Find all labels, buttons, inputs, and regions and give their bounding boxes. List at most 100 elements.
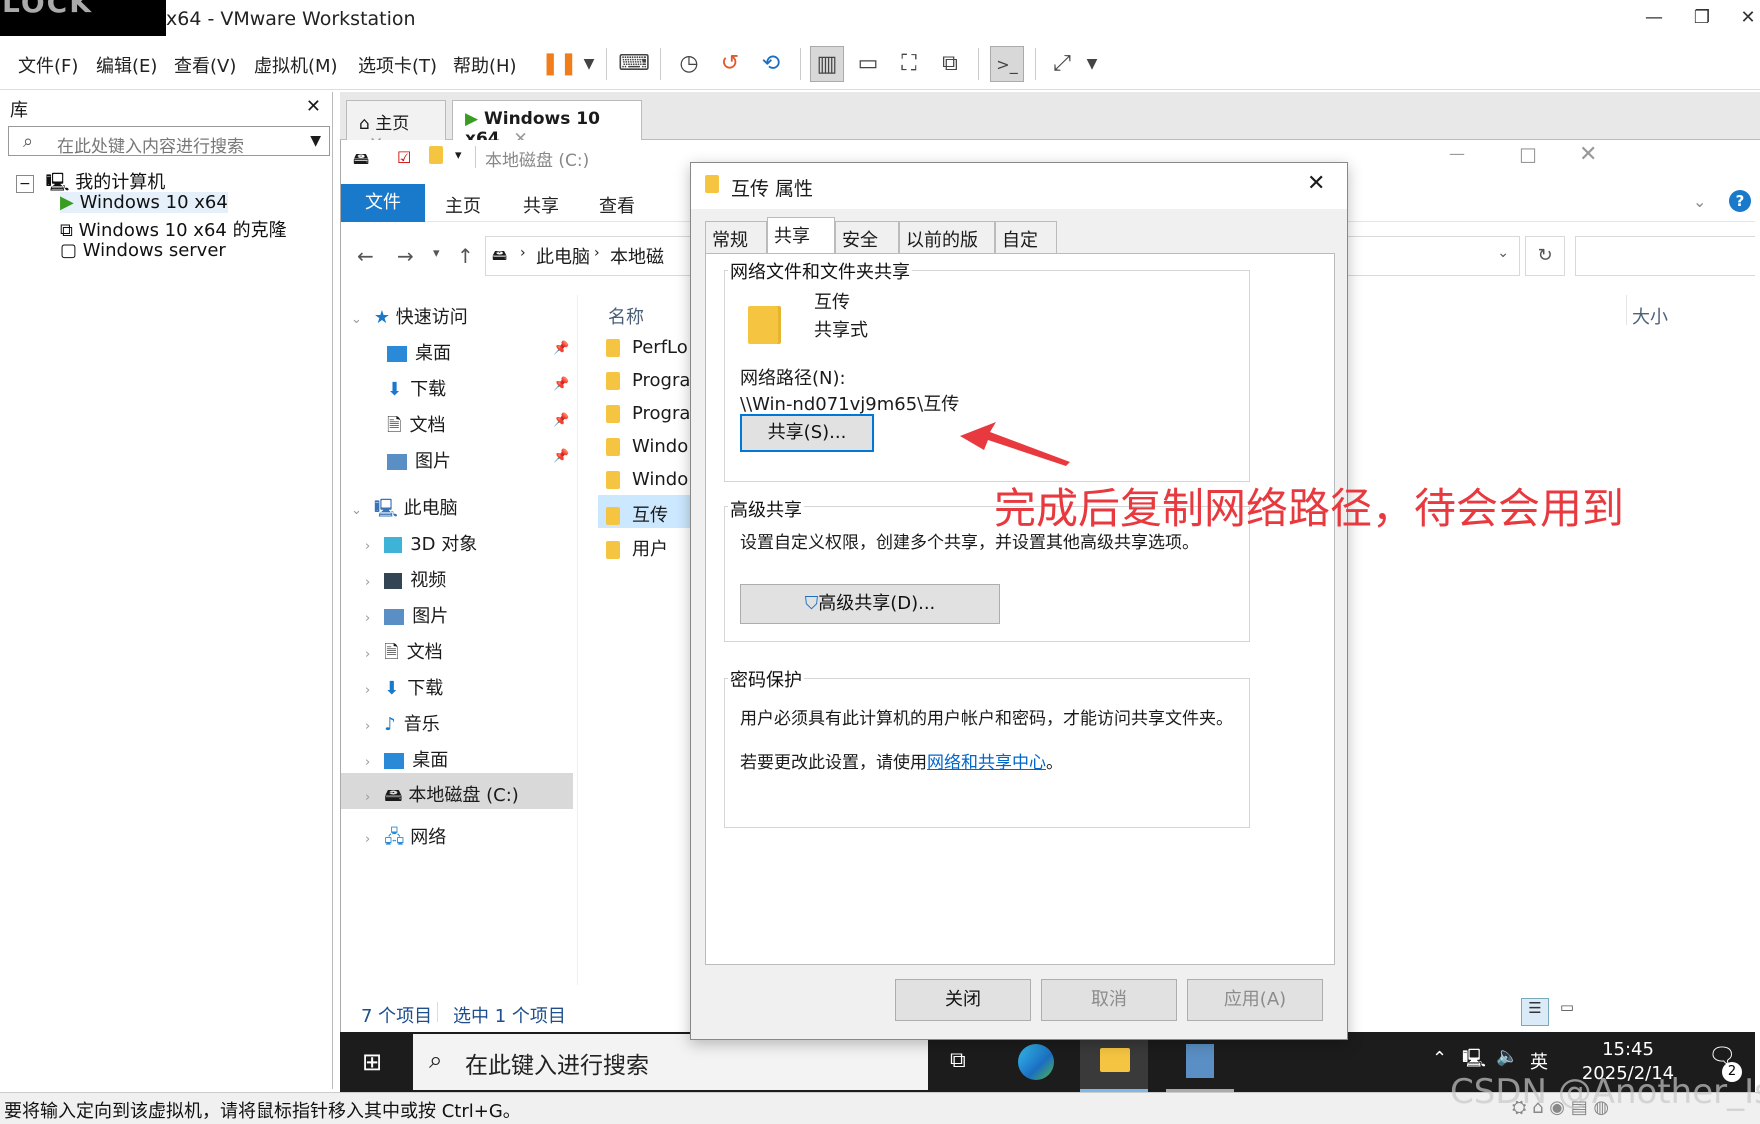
explorer-search-input[interactable]: ⌕ [1575,236,1755,276]
nav-pictures[interactable]: › 图片 [365,602,448,628]
file-row-selected[interactable]: 互传 [598,495,698,528]
network-path-value[interactable]: \\Win-nd071vj9m65\互传 [740,390,959,416]
tab-previous-versions[interactable]: 以前的版本 [899,221,995,277]
advanced-sharing-button[interactable]: ⛉高级共享(D)... [740,584,1000,624]
show-hidden-icons-icon[interactable]: ⌃ [1432,1048,1447,1069]
column-header-name[interactable]: 名称 [608,303,644,329]
edge-icon[interactable] [1018,1044,1054,1080]
share-button[interactable]: 共享(S)... [740,414,874,452]
menu-help[interactable]: 帮助(H) [453,52,517,78]
collapse-icon[interactable]: − [16,175,34,193]
menu-edit[interactable]: 编辑(E) [96,52,157,78]
details-view-icon[interactable]: ☰ [1521,998,1549,1026]
close-icon[interactable]: ✕ [1734,4,1760,32]
send-keys-icon[interactable]: ⌨ [617,46,651,82]
menu-view[interactable]: 查看(V) [174,52,236,78]
nav-network[interactable]: › 🖧 网络 [365,823,446,855]
menu-vm[interactable]: 虚拟机(M) [254,52,338,78]
tab-sharing[interactable]: 共享 [767,217,835,253]
ribbon-tab-view[interactable]: 查看 [599,192,635,218]
nav-this-pc[interactable]: ⌄ 🖳 此电脑 [351,494,458,526]
dropdown-arrow-icon[interactable]: ▼ [1075,46,1109,82]
nav-qa-documents[interactable]: 🗎 文档 [387,411,445,443]
pin-icon[interactable]: 📌 [553,341,569,356]
nav-qa-pictures[interactable]: 图片 [387,447,451,473]
library-search-input[interactable]: ⌕ 在此处键入内容进行搜索 ▼ [8,126,330,157]
close-icon[interactable]: ✕ [1579,142,1597,167]
ime-indicator[interactable]: 英 [1530,1048,1548,1074]
nav-quick-access[interactable]: ⌄ ★ 快速访问 [351,303,468,329]
stretch-icon[interactable]: ⤢ [1045,46,1079,82]
tree-vm-win10-clone[interactable]: ⧉ Windows 10 x64 的克隆 [60,216,287,242]
menu-file[interactable]: 文件(F) [18,52,78,78]
ribbon-tab-home[interactable]: 主页 [445,192,481,218]
breadcrumb-drive[interactable]: 本地磁 [610,243,664,269]
address-dropdown-icon[interactable]: ⌄ [1497,245,1509,261]
file-row[interactable]: Windo [606,469,688,490]
dropdown-arrow-icon[interactable]: ▼ [572,46,606,82]
file-row[interactable]: PerfLo [606,337,688,358]
nav-downloads[interactable]: › ⬇ 下载 [365,674,443,700]
back-icon[interactable]: ← [357,244,374,268]
properties-icon[interactable]: ☑ [397,148,411,167]
tab-home[interactable]: ⌂ 主页 ✕ [346,100,446,154]
snapshot-manager-icon[interactable]: ⟲ [754,46,788,82]
ribbon-tab-file[interactable]: 文件 [341,184,425,222]
nav-3d-objects[interactable]: › 3D 对象 [365,530,477,556]
nav-desktop[interactable]: › 桌面 [365,746,448,772]
large-icons-view-icon[interactable]: ▭ [1553,998,1581,1026]
show-library-icon[interactable]: ▥ [810,46,844,82]
thumbnail-bar-icon[interactable]: ▭ [851,46,885,82]
console-icon[interactable]: >_ [990,46,1024,82]
help-icon[interactable]: ? [1729,190,1751,212]
tab-general[interactable]: 常规 [705,221,767,253]
fullscreen-icon[interactable]: ⛶ [892,46,926,82]
nav-local-disk[interactable]: › 🖴 本地磁盘 (C:) [341,773,573,809]
apply-button[interactable]: 应用(A) [1187,979,1323,1021]
volume-muted-icon[interactable]: 🔈 [1496,1046,1518,1067]
windows-start-icon[interactable]: ⊞ [362,1048,382,1076]
taskbar-search[interactable]: ⌕ 在此键入进行搜索 [413,1034,928,1090]
pin-icon[interactable]: 📌 [553,377,569,392]
nav-qa-desktop[interactable]: 桌面 [387,339,451,365]
nav-videos[interactable]: › 视频 [365,566,446,592]
restore-icon[interactable]: ❐ [1688,4,1716,32]
tree-vm-win10[interactable]: ▶ Windows 10 x64 [60,192,228,213]
close-icon[interactable]: ✕ [1307,171,1325,196]
unity-icon[interactable]: ⧉ [933,46,967,82]
column-header-size[interactable]: 大小 [1632,303,1668,329]
snapshot-icon[interactable]: ◷ [672,46,706,82]
nav-qa-downloads[interactable]: ⬇ 下载 [387,375,446,401]
pause-icon[interactable]: ❚❚ [541,46,578,82]
recent-dropdown-icon[interactable]: ▾ [433,246,440,261]
tree-vm-winserver[interactable]: ▢ Windows server [60,240,226,261]
tab-windows10[interactable]: ▶ Windows 10 x64 ✕ [452,100,642,149]
expand-ribbon-icon[interactable]: ⌄ [1693,192,1706,211]
close-icon[interactable]: ✕ [306,96,321,117]
breadcrumb-thispc[interactable]: 此电脑 [536,243,590,269]
dropdown-arrow-icon[interactable]: ▼ [310,133,321,149]
ribbon-tab-share[interactable]: 共享 [523,192,559,218]
server-manager-taskbar-button[interactable] [1166,1032,1234,1092]
nav-documents[interactable]: › 🗎 文档 [365,638,443,670]
qat-dropdown-icon[interactable]: ▾ [455,148,462,163]
file-row[interactable]: Windo [606,436,688,457]
menu-tabs[interactable]: 选项卡(T) [358,52,437,78]
close-button[interactable]: 关闭 [895,979,1031,1021]
tab-security[interactable]: 安全 [835,221,899,253]
forward-icon[interactable]: → [397,244,414,268]
file-row[interactable]: Progra [606,370,690,391]
refresh-icon[interactable]: ↻ [1525,236,1565,276]
nav-music[interactable]: › ♪ 音乐 [365,710,440,736]
file-explorer-taskbar-button[interactable] [1080,1032,1148,1092]
file-row[interactable]: Progra [606,403,690,424]
minimize-icon[interactable]: — [1449,144,1465,163]
tab-customize[interactable]: 自定义 [995,221,1057,277]
pin-icon[interactable]: 📌 [553,413,569,428]
minimize-icon[interactable]: — [1640,4,1668,32]
cancel-button[interactable]: 取消 [1041,979,1177,1021]
task-view-icon[interactable]: ⧉ [950,1048,966,1073]
pin-icon[interactable]: 📌 [553,449,569,464]
network-sharing-center-link[interactable]: 网络和共享中心 [927,753,1046,773]
revert-snapshot-icon[interactable]: ↺ [713,46,747,82]
